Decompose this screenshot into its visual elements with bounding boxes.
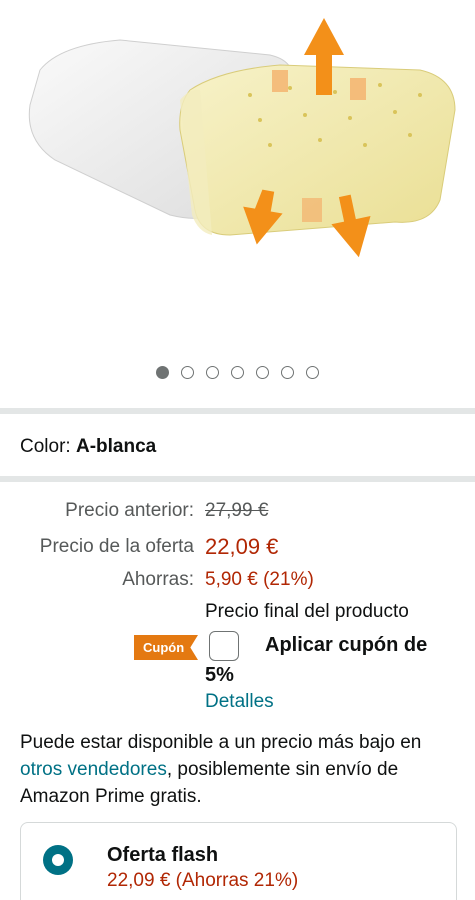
coupon-badge: Cupón [134,635,198,660]
coupon-apply-label[interactable]: Aplicar cupón de [265,634,427,657]
flash-offer-radio[interactable] [43,845,73,875]
carousel-dot[interactable] [281,366,294,379]
coupon-percent: 5% [205,664,234,686]
product-image[interactable] [0,0,475,355]
final-price-note: Precio final del producto [205,601,409,622]
availability-note: Puede estar disponible a un precio más b… [20,729,460,810]
previous-price-row: Precio anterior: 27,99 € [0,500,475,530]
previous-price-value: 27,99 € [205,500,269,521]
carousel-dot[interactable] [306,366,319,379]
section-divider [0,408,475,414]
color-selector[interactable]: Color: A-blanca [20,436,156,458]
availability-text-before: Puede estar disponible a un precio más b… [20,732,422,753]
deal-price-label: Precio de la oferta [39,536,194,557]
coupon-details-link[interactable]: Detalles [205,691,274,713]
color-label: Color: [20,436,71,457]
carousel-dot[interactable] [256,366,269,379]
radio-selected-indicator [52,854,64,866]
other-sellers-link[interactable]: otros vendedores [20,759,167,780]
carousel-dot[interactable] [181,366,194,379]
section-divider [0,476,475,482]
flash-offer-title: Oferta flash [107,844,219,866]
savings-label: Ahorras: [122,569,194,590]
carousel-dot[interactable] [156,366,169,379]
flash-offer-option[interactable]: Oferta flash 22,09 € (Ahorras 21%) [20,822,457,900]
color-value: A-blanca [75,436,157,457]
savings-value: 5,90 € (21%) [205,569,314,590]
deal-price-value: 22,09 € [205,534,279,559]
carousel-dot[interactable] [206,366,219,379]
pillow-illustration [28,18,456,258]
previous-price-label: Precio anterior: [65,500,194,521]
coupon-checkbox[interactable] [209,631,239,661]
flash-offer-price: 22,09 € (Ahorras 21%) [107,870,299,891]
savings-row: Ahorras: 5,90 € (21%) [0,569,475,599]
carousel-indicators[interactable] [0,366,475,379]
deal-price-row: Precio de la oferta 22,09 € [0,534,475,564]
carousel-dot[interactable] [231,366,244,379]
